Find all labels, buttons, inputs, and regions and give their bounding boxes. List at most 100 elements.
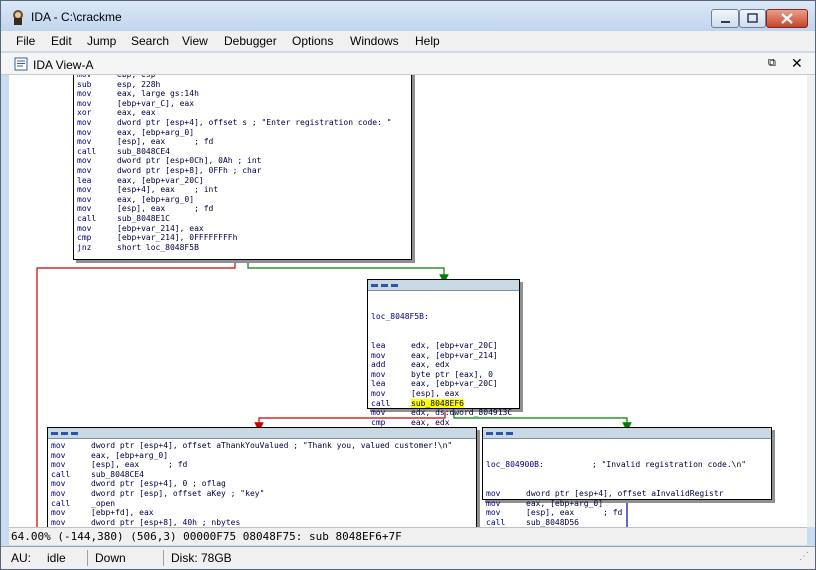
asm-mnemonic: mov	[371, 388, 386, 398]
float-window-icon[interactable]: ⧉	[768, 57, 776, 70]
asm-operands: eax, [ebp+arg_0]	[117, 194, 195, 204]
asm-line[interactable]: sub esp, 228h	[77, 80, 408, 90]
graph-info-bar: 64.00% (-144,380) (506,3) 00000F75 08048…	[9, 527, 807, 545]
asm-mnemonic: mov	[486, 488, 501, 498]
asm-operands: sub_8048D56	[526, 517, 579, 527]
asm-operands: dword ptr [esp+8], 40h ; nbytes	[91, 517, 241, 527]
basic-block-loc-804900b[interactable]: loc_804900B: ; "Invalid registration cod…	[482, 427, 772, 527]
asm-mnemonic: cmp	[371, 417, 386, 427]
menu-view[interactable]: View	[182, 34, 208, 48]
title-bar[interactable]: IDA - C:\crackme	[1, 1, 815, 31]
asm-line[interactable]: mov [esp], eax ; fd	[77, 204, 408, 214]
asm-line[interactable]: mov [esp], eax ; fd	[51, 460, 473, 470]
asm-line[interactable]: mov eax, [ebp+arg_0]	[486, 499, 768, 509]
asm-line[interactable]: call _open	[51, 499, 473, 509]
disassembly-view-icon	[14, 57, 28, 71]
asm-line[interactable]: mov eax, large gs:14h	[77, 89, 408, 99]
menu-windows[interactable]: Windows	[350, 34, 399, 48]
asm-line[interactable]: call sub_8048CE4	[51, 470, 473, 480]
menu-options[interactable]: Options	[292, 34, 333, 48]
basic-block-entry[interactable]: mov ebp, esp sub esp, 228h mov eax, large gs:…	[73, 75, 412, 260]
asm-line[interactable]: mov eax, [ebp+arg_0]	[77, 128, 408, 138]
minimize-button[interactable]	[711, 9, 739, 28]
asm-operands: dword ptr [esp+4], offset aThankYouValue…	[91, 441, 453, 450]
basic-block-loc-8048f5b[interactable]: loc_8048F5B: lea edx, [ebp+var_20C] mov eax…	[367, 279, 520, 436]
asm-operands: sub_8048CE4	[117, 146, 170, 156]
asm-mnemonic: mov	[77, 156, 92, 166]
asm-line[interactable]: mov dword ptr [esp+8], 0FFh ; char	[77, 166, 408, 176]
block-comment: ; "Invalid registration code.\n"	[591, 460, 747, 470]
asm-line[interactable]: call sub_8048CE4	[77, 147, 408, 157]
asm-operands: eax, [ebp+arg_0]	[526, 498, 604, 508]
asm-mnemonic: lea	[371, 379, 386, 389]
resize-grip-icon[interactable]: ⋰	[799, 551, 809, 562]
asm-line[interactable]: lea eax, [ebp+var_20C]	[371, 379, 516, 389]
asm-line[interactable]: call sub_8048D56	[486, 518, 768, 527]
asm-line[interactable]: mov edx, ds:dword_804913C	[371, 408, 516, 418]
asm-line[interactable]: mov dword ptr [esp+4], offset aThankYouVa…	[51, 441, 473, 451]
asm-line[interactable]: cmp eax, edx	[371, 418, 516, 428]
menu-jump[interactable]: Jump	[87, 34, 116, 48]
asm-mnemonic: mov	[51, 517, 66, 527]
asm-line[interactable]: lea edx, [ebp+var_20C]	[371, 341, 516, 351]
tab-close-icon[interactable]: ✕	[791, 55, 803, 72]
view-tab-bar	[1, 53, 815, 75]
maximize-button[interactable]	[739, 9, 766, 28]
vertical-scrollbar[interactable]	[807, 75, 815, 527]
close-button[interactable]	[766, 9, 808, 28]
asm-line[interactable]: mov [esp], eax ; fd	[77, 137, 408, 147]
asm-line[interactable]: mov [esp], eax ; fd	[486, 508, 768, 518]
basic-block-thank-you[interactable]: mov dword ptr [esp+4], offset aThankYouVa…	[47, 427, 477, 527]
asm-line[interactable]: mov eax, [ebp+arg_0]	[77, 195, 408, 205]
asm-line[interactable]: jnz short loc_8048F5B	[77, 243, 408, 253]
asm-mnemonic: mov	[51, 441, 66, 450]
tab-ida-view-a[interactable]: IDA View-A	[33, 58, 93, 72]
asm-line[interactable]: mov byte ptr [eax], 0	[371, 370, 516, 380]
asm-line[interactable]: call sub_8048EF6	[371, 398, 516, 409]
asm-operands: eax, [ebp+arg_0]	[117, 127, 195, 137]
search-direction: Down	[95, 551, 126, 565]
asm-line[interactable]: mov dword ptr [esp+4], offset aInvalidReg…	[486, 489, 768, 499]
menu-help[interactable]: Help	[415, 34, 440, 48]
block-header	[48, 428, 476, 439]
asm-mnemonic: mov	[77, 204, 92, 214]
asm-line[interactable]: mov dword ptr [esp+4], offset s ; "Enter …	[77, 118, 408, 128]
asm-line[interactable]: cmp [ebp+var_214], 0FFFFFFFFh	[77, 233, 408, 243]
asm-mnemonic: jnz	[77, 242, 92, 252]
menu-search[interactable]: Search	[131, 34, 169, 48]
asm-line[interactable]: mov [ebp+var_214], eax	[77, 224, 408, 234]
asm-mnemonic: sub	[77, 79, 92, 89]
asm-line[interactable]: mov [ebp+var_C], eax	[77, 99, 408, 109]
asm-mnemonic: mov	[371, 408, 386, 418]
asm-line[interactable]: mov eax, [ebp+var_214]	[371, 351, 516, 361]
asm-operands: sub_8048EF6	[411, 398, 464, 408]
asm-mnemonic: mov	[51, 508, 66, 518]
asm-operands: ebp, esp	[117, 75, 156, 79]
asm-line[interactable]: call sub_8048E1C	[77, 214, 408, 224]
asm-line[interactable]: mov dword ptr [esp+8], 40h ; nbytes	[51, 518, 473, 527]
block-label: loc_8048F5B:	[371, 312, 429, 322]
asm-line[interactable]: add eax, edx	[371, 360, 516, 370]
asm-mnemonic: mov	[77, 223, 92, 233]
asm-line[interactable]: xor eax, eax	[77, 108, 408, 118]
asm-mnemonic: mov	[77, 98, 92, 108]
asm-line[interactable]: mov [ebp+fd], eax	[51, 508, 473, 518]
asm-line[interactable]: mov dword ptr [esp], offset aKey ; "key"	[51, 489, 473, 499]
asm-mnemonic: mov	[77, 194, 92, 204]
asm-line[interactable]: mov [esp], eax	[371, 389, 516, 399]
menu-file[interactable]: File	[16, 34, 35, 48]
menu-edit[interactable]: Edit	[51, 34, 72, 48]
asm-line[interactable]: mov eax, [ebp+arg_0]	[51, 451, 473, 461]
asm-line[interactable]: mov [esp+4], eax ; int	[77, 185, 408, 195]
asm-operands: short loc_8048F5B	[117, 242, 199, 252]
asm-mnemonic: call	[77, 146, 97, 156]
asm-mnemonic: mov	[486, 508, 501, 518]
disk-space: Disk: 78GB	[171, 551, 232, 565]
menu-debugger[interactable]: Debugger	[224, 34, 277, 48]
graph-view[interactable]: mov ebp, esp sub esp, 228h mov eax, large gs:…	[9, 75, 807, 527]
asm-mnemonic: mov	[486, 498, 501, 508]
asm-line[interactable]: lea eax, [ebp+var_20C]	[77, 176, 408, 186]
asm-line[interactable]: mov dword ptr [esp+0Ch], 0Ah ; int	[77, 156, 408, 166]
asm-line[interactable]: mov dword ptr [esp+4], 0 ; oflag	[51, 479, 473, 489]
asm-mnemonic: mov	[371, 350, 386, 360]
